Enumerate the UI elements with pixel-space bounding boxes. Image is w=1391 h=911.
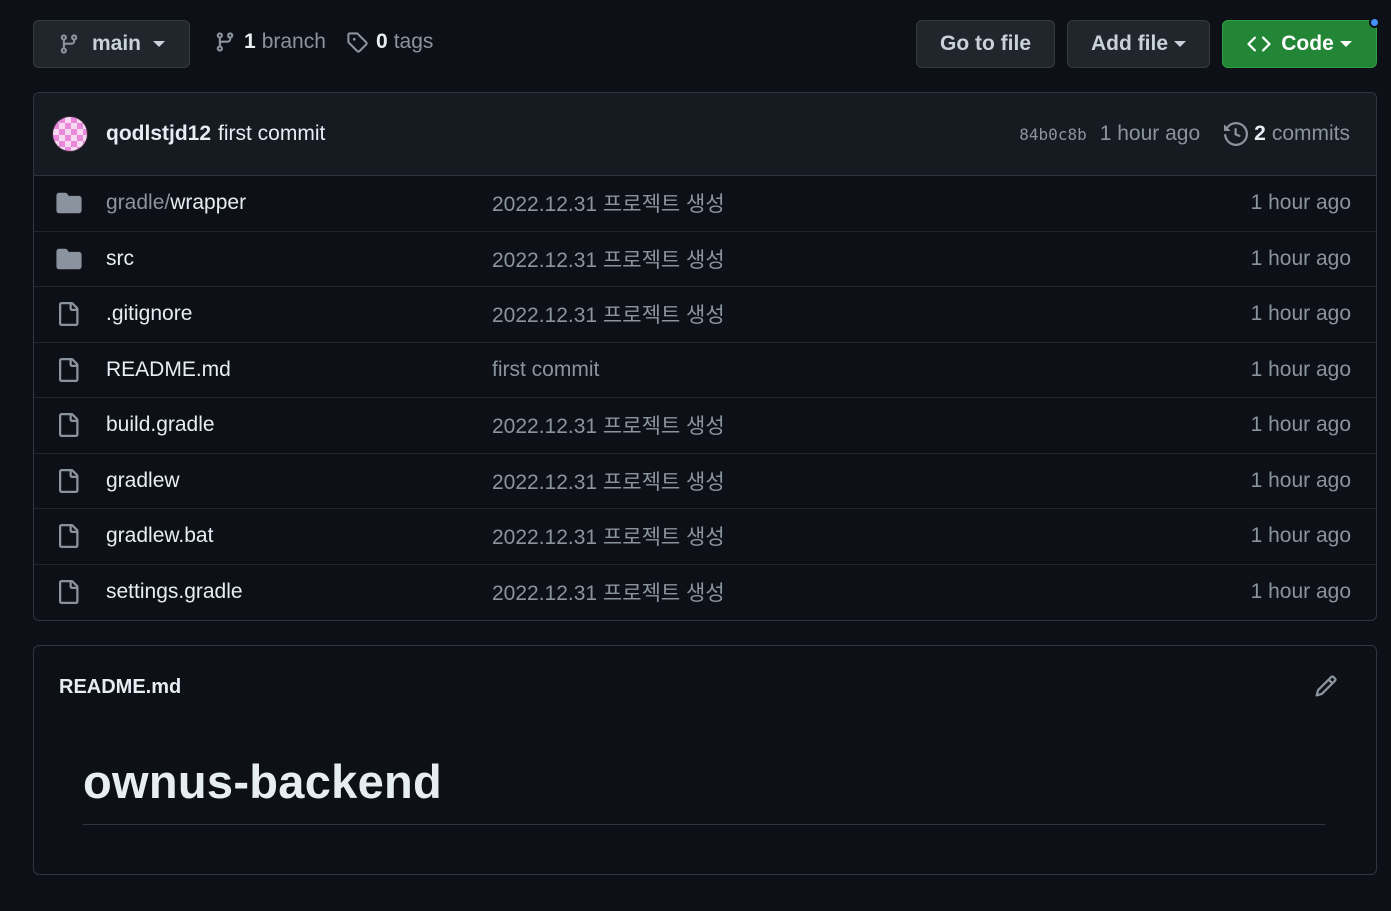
file-row[interactable]: settings.gradle 2022.12.31 프로젝트 생성 1 hou… [34, 565, 1376, 621]
tags-link[interactable]: 0 tags [346, 30, 433, 54]
file-commit-message-link[interactable]: 2022.12.31 프로젝트 생성 [492, 410, 725, 440]
file-commit-message-link[interactable]: 2022.12.31 프로젝트 생성 [492, 299, 725, 329]
latest-commit-bar: qodlstjd12 first commit 84b0c8b 1 hour a… [34, 93, 1376, 176]
file-name-link[interactable]: gradlew [106, 469, 180, 493]
heading-divider [83, 824, 1325, 825]
file-name-link[interactable]: .gitignore [106, 302, 192, 326]
add-file-button[interactable]: Add file [1067, 20, 1210, 68]
code-label: Code [1281, 32, 1334, 55]
file-name-link[interactable]: src [106, 247, 134, 271]
file-commit-time: 1 hour ago [1250, 524, 1351, 548]
file-commit-message-link[interactable]: 2022.12.31 프로젝트 생성 [492, 577, 725, 607]
commit-sha-link[interactable]: 84b0c8b [1019, 125, 1086, 144]
branch-count: 1 [244, 30, 256, 53]
file-row[interactable]: gradle/wrapper 2022.12.31 프로젝트 생성 1 hour… [34, 176, 1376, 232]
repo-toolbar: main 1 branch 0 tags Go to file Add file… [0, 0, 1391, 92]
file-commit-message-link[interactable]: first commit [492, 358, 599, 382]
branch-select-button[interactable]: main [33, 20, 190, 68]
file-row[interactable]: build.gradle 2022.12.31 프로젝트 생성 1 hour a… [34, 398, 1376, 454]
file-browser: qodlstjd12 first commit 84b0c8b 1 hour a… [33, 92, 1377, 621]
file-icon [56, 524, 80, 549]
commit-count-label: commits [1271, 122, 1350, 145]
file-icon [56, 580, 80, 605]
file-commit-time: 1 hour ago [1250, 357, 1351, 381]
caret-down-icon [1174, 40, 1186, 48]
file-icon [56, 302, 80, 327]
file-row[interactable]: src 2022.12.31 프로젝트 생성 1 hour ago [34, 232, 1376, 287]
branch-name: main [92, 32, 142, 55]
folder-icon [56, 248, 82, 270]
pencil-icon[interactable] [1314, 674, 1338, 698]
file-name-link[interactable]: settings.gradle [106, 580, 243, 604]
history-icon [1224, 122, 1249, 146]
file-commit-message-link[interactable]: 2022.12.31 프로젝트 생성 [492, 466, 725, 496]
file-name-link[interactable]: gradle/wrapper [106, 191, 246, 215]
commit-author-link[interactable]: qodlstjd12 [106, 122, 211, 146]
file-name-link[interactable]: README.md [106, 358, 231, 382]
git-branch-icon [58, 33, 80, 55]
commits-history-link[interactable]: 2 commits [1224, 122, 1350, 146]
file-commit-time: 1 hour ago [1250, 413, 1351, 437]
tag-label: tags [393, 30, 434, 53]
file-row[interactable]: gradlew 2022.12.31 프로젝트 생성 1 hour ago [34, 454, 1376, 509]
file-commit-message-link[interactable]: 2022.12.31 프로젝트 생성 [492, 244, 725, 274]
file-icon [56, 413, 80, 438]
readme-box: README.md ownus-backend [33, 645, 1377, 875]
file-icon [56, 357, 80, 382]
branches-link[interactable]: 1 branch [214, 30, 326, 54]
code-icon [1247, 32, 1271, 56]
folder-icon [56, 192, 82, 214]
file-commit-time: 1 hour ago [1250, 302, 1351, 326]
commit-count: 2 [1254, 122, 1266, 145]
tag-icon [346, 31, 368, 53]
file-row[interactable]: .gitignore 2022.12.31 프로젝트 생성 1 hour ago [34, 287, 1376, 343]
notification-dot [1369, 17, 1380, 28]
file-commit-time: 1 hour ago [1250, 468, 1351, 492]
file-icon [56, 468, 80, 493]
dir-prefix: gradle/ [106, 191, 171, 215]
file-commit-time: 1 hour ago [1250, 246, 1351, 270]
file-commit-time: 1 hour ago [1250, 580, 1351, 604]
caret-down-icon [1339, 40, 1352, 48]
readme-filename[interactable]: README.md [59, 676, 181, 699]
go-to-file-label: Go to file [940, 32, 1031, 55]
file-commit-time: 1 hour ago [1250, 191, 1351, 215]
readme-heading: ownus-backend [83, 755, 443, 808]
file-name-link[interactable]: build.gradle [106, 413, 215, 437]
file-row[interactable]: README.md first commit 1 hour ago [34, 343, 1376, 398]
file-name-link[interactable]: gradlew.bat [106, 524, 213, 548]
go-to-file-button[interactable]: Go to file [916, 20, 1055, 68]
file-commit-message-link[interactable]: 2022.12.31 프로젝트 생성 [492, 188, 725, 218]
dir-name: wrapper [170, 191, 247, 215]
caret-down-icon [153, 40, 166, 48]
tag-count: 0 [376, 30, 388, 53]
git-branch-icon [214, 31, 236, 53]
branch-label: branch [261, 30, 326, 53]
add-file-label: Add file [1091, 32, 1168, 55]
commit-message-link[interactable]: first commit [218, 122, 325, 146]
file-commit-message-link[interactable]: 2022.12.31 프로젝트 생성 [492, 521, 725, 551]
file-row[interactable]: gradlew.bat 2022.12.31 프로젝트 생성 1 hour ag… [34, 509, 1376, 565]
code-button[interactable]: Code [1222, 20, 1377, 68]
commit-time: 1 hour ago [1099, 122, 1201, 145]
avatar[interactable] [52, 116, 88, 152]
